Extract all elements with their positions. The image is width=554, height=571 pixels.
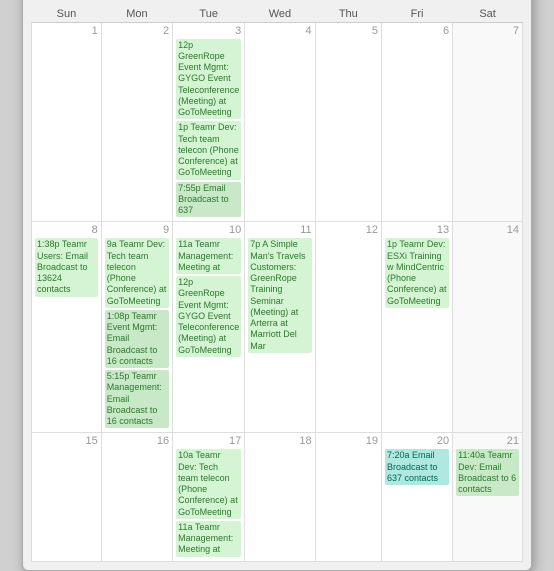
calendar-cell: 4: [245, 22, 315, 222]
calendar-cell: 8 1:38p Teamr Users: Email Broadcast to 1…: [32, 222, 102, 433]
day-header-thu: Thu: [315, 6, 381, 23]
calendar-event[interactable]: 1p Teamr Dev: ESXi Training w MindCentri…: [385, 238, 449, 308]
day-number: 4: [248, 25, 311, 37]
day-number: 1: [35, 25, 98, 37]
calendar-event[interactable]: 1:38p Teamr Users: Email Broadcast to 13…: [35, 238, 98, 296]
calendar-cell: 18: [245, 433, 315, 561]
calendar-event[interactable]: 7:20a Email Broadcast to 637 contacts: [385, 449, 449, 485]
calendar-cell: 12: [315, 222, 381, 433]
calendar-event[interactable]: 11a Teamr Management: Meeting at: [176, 238, 241, 274]
day-number: 9: [105, 224, 169, 236]
calendar-event[interactable]: 10a Teamr Dev: Tech team telecon (Phone …: [176, 449, 241, 519]
calendar-event[interactable]: 1:08p Teamr Event Mgmt: Email Broadcast …: [105, 310, 169, 368]
calendar-cell: 11 7p A Simple Man's Travels Customers: G…: [245, 222, 315, 433]
day-number: 8: [35, 224, 98, 236]
day-header-fri: Fri: [381, 6, 452, 23]
calendar-cell: 10 11a Teamr Management: Meeting at12p Gr…: [173, 222, 245, 433]
day-number: 10: [176, 224, 241, 236]
calendar-event[interactable]: 7:55p Email Broadcast to 637: [176, 182, 241, 218]
calendar-event[interactable]: 11:40a Teamr Dev: Email Broadcast to 6 c…: [456, 449, 519, 496]
day-number: 21: [456, 435, 519, 447]
calendar-cell: 14: [453, 222, 523, 433]
calendar-cell: 16: [101, 433, 172, 561]
day-number: 17: [176, 435, 241, 447]
day-header-sun: Sun: [32, 6, 102, 23]
day-number: 14: [456, 224, 519, 236]
day-number: 16: [105, 435, 169, 447]
calendar-event[interactable]: 5:15p Teamr Management: Email Broadcast …: [105, 370, 169, 428]
calendar-cell: 20 7:20a Email Broadcast to 637 contacts: [381, 433, 452, 561]
calendar-cell: 17 10a Teamr Dev: Tech team telecon (Phon…: [173, 433, 245, 561]
day-header-mon: Mon: [101, 6, 172, 23]
calendar-event[interactable]: 12p GreenRope Event Mgmt: GYGO Event Tel…: [176, 276, 241, 357]
calendar-cell: 7: [453, 22, 523, 222]
calendar-cell: 2: [101, 22, 172, 222]
day-number: 19: [319, 435, 378, 447]
calendar-event[interactable]: 9a Teamr Dev: Tech team telecon (Phone C…: [105, 238, 169, 308]
day-number: 3: [176, 25, 241, 37]
calendar-cell: 19: [315, 433, 381, 561]
calendar-cell: 5: [315, 22, 381, 222]
calendar-event[interactable]: 12p GreenRope Event Mgmt: GYGO Event Tel…: [176, 39, 241, 120]
day-header-tue: Tue: [173, 6, 245, 23]
day-number: 18: [248, 435, 311, 447]
calendar-event[interactable]: 1p Teamr Dev: Tech team telecon (Phone C…: [176, 121, 241, 179]
day-header-wed: Wed: [245, 6, 315, 23]
calendar-cell: 21 11:40a Teamr Dev: Email Broadcast to 6…: [453, 433, 523, 561]
calendar-cell: 3 12p GreenRope Event Mgmt: GYGO Event Te…: [173, 22, 245, 222]
day-number: 2: [105, 25, 169, 37]
day-number: 15: [35, 435, 98, 447]
calendar-cell: 6: [381, 22, 452, 222]
day-number: 13: [385, 224, 449, 236]
day-number: 20: [385, 435, 449, 447]
calendar-cell: 1: [32, 22, 102, 222]
day-number: 11: [248, 224, 311, 236]
day-number: 12: [319, 224, 378, 236]
calendar-event[interactable]: 11a Teamr Management: Meeting at: [176, 521, 241, 557]
day-number: 5: [319, 25, 378, 37]
day-header-sat: Sat: [453, 6, 523, 23]
calendar-cell: 13 1p Teamr Dev: ESXi Training w MindCent…: [381, 222, 452, 433]
day-number: 7: [456, 25, 519, 37]
calendar-container: SunMonTueWedThuFriSat 12312p GreenRope E…: [22, 0, 532, 571]
calendar-event[interactable]: 7p A Simple Man's Travels Customers: Gre…: [248, 238, 311, 353]
calendar-cell: 9 9a Teamr Dev: Tech team telecon (Phone …: [101, 222, 172, 433]
calendar-cell: 15: [32, 433, 102, 561]
calendar-grid: SunMonTueWedThuFriSat 12312p GreenRope E…: [31, 6, 523, 562]
day-number: 6: [385, 25, 449, 37]
